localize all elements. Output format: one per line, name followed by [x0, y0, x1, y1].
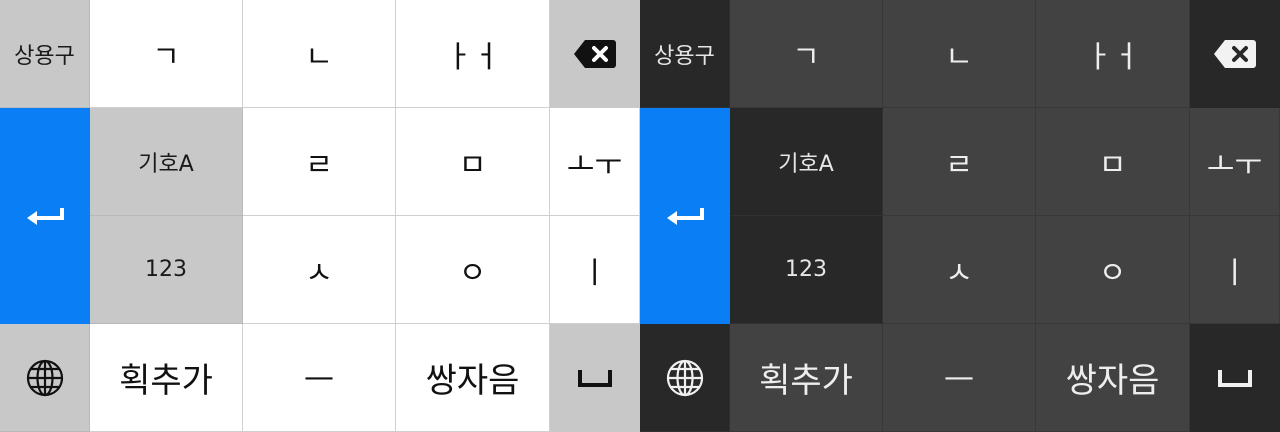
key-label: ㅅ: [305, 255, 333, 291]
key-label: ㄴ: [945, 39, 973, 75]
number-key[interactable]: 123: [90, 216, 243, 324]
phrase-key[interactable]: 상용구: [0, 0, 90, 108]
key-label: ㄹ: [305, 147, 333, 183]
key-giyeok[interactable]: ㄱ: [730, 0, 883, 108]
key-label: ㅏㅓ: [1084, 39, 1141, 75]
key-label: ㄹ: [945, 147, 973, 183]
key-nieun[interactable]: ㄴ: [883, 0, 1036, 108]
key-ieung[interactable]: ㅇ: [396, 216, 550, 324]
dash-key[interactable]: —: [243, 324, 396, 432]
backspace-icon: [573, 39, 617, 69]
phrase-key[interactable]: 상용구: [640, 0, 730, 108]
globe-key[interactable]: [0, 324, 90, 432]
key-i[interactable]: ㅣ: [550, 216, 640, 324]
enter-key[interactable]: [640, 108, 730, 324]
enter-key[interactable]: [0, 108, 90, 324]
key-label: ㅅ: [945, 255, 973, 291]
key-rieul[interactable]: ㄹ: [883, 108, 1036, 216]
keyboard-light: 상용구 ㄱ ㄴ ㅏㅓ 기호A ㄹ ㅁ ㅗㅜ 123 ㅅ ㅇ ㅣ 획추가 — 쌍자…: [0, 0, 640, 432]
space-icon: [577, 368, 613, 388]
keyboard-dark: 상용구 ㄱ ㄴ ㅏㅓ 기호A ㄹ ㅁ ㅗㅜ 123 ㅅ ㅇ ㅣ 획추가 — 쌍자…: [640, 0, 1280, 432]
space-key[interactable]: [550, 324, 640, 432]
number-key-label: 123: [145, 257, 187, 282]
key-label: 쌍자음: [1065, 361, 1160, 401]
symbol-key[interactable]: 기호A: [730, 108, 883, 216]
key-a-eo[interactable]: ㅏㅓ: [396, 0, 550, 108]
key-label: ㅇ: [458, 255, 487, 291]
backspace-icon: [1213, 39, 1257, 69]
key-label: 쌍자음: [425, 361, 520, 401]
key-label: 획추가: [119, 361, 213, 401]
key-label: ㅣ: [580, 255, 609, 291]
key-label: ㅗㅜ: [566, 147, 623, 183]
key-label: 획추가: [759, 361, 853, 401]
key-label: ㅣ: [1220, 255, 1249, 291]
key-label: ㄱ: [792, 39, 820, 75]
phrase-key-label: 상용구: [14, 43, 75, 69]
key-siot[interactable]: ㅅ: [243, 216, 396, 324]
key-giyeok[interactable]: ㄱ: [90, 0, 243, 108]
double-consonant-key[interactable]: 쌍자음: [1036, 324, 1190, 432]
symbol-key[interactable]: 기호A: [90, 108, 243, 216]
number-key[interactable]: 123: [730, 216, 883, 324]
backspace-key[interactable]: [1190, 0, 1280, 108]
backspace-key[interactable]: [550, 0, 640, 108]
globe-key[interactable]: [640, 324, 730, 432]
phrase-key-label: 상용구: [654, 43, 715, 69]
add-stroke-key[interactable]: 획추가: [90, 324, 243, 432]
key-label: ㅁ: [458, 147, 487, 183]
key-mieum[interactable]: ㅁ: [396, 108, 550, 216]
key-label: ㅇ: [1098, 255, 1127, 291]
key-nieun[interactable]: ㄴ: [243, 0, 396, 108]
key-label: ㄱ: [152, 39, 180, 75]
enter-icon: [665, 206, 705, 226]
space-icon: [1217, 368, 1253, 388]
key-rieul[interactable]: ㄹ: [243, 108, 396, 216]
dash-key[interactable]: —: [883, 324, 1036, 432]
symbol-key-label: 기호A: [778, 151, 834, 177]
key-label: —: [944, 360, 974, 395]
key-ieung[interactable]: ㅇ: [1036, 216, 1190, 324]
add-stroke-key[interactable]: 획추가: [730, 324, 883, 432]
key-i[interactable]: ㅣ: [1190, 216, 1280, 324]
key-label: —: [304, 360, 334, 395]
key-a-eo[interactable]: ㅏㅓ: [1036, 0, 1190, 108]
enter-icon: [25, 206, 65, 226]
key-o-u[interactable]: ㅗㅜ: [1190, 108, 1280, 216]
double-consonant-key[interactable]: 쌍자음: [396, 324, 550, 432]
key-label: ㅗㅜ: [1206, 147, 1263, 183]
number-key-label: 123: [785, 257, 827, 282]
key-mieum[interactable]: ㅁ: [1036, 108, 1190, 216]
key-label: ㅏㅓ: [444, 39, 501, 75]
globe-icon: [25, 358, 65, 398]
globe-icon: [665, 358, 705, 398]
symbol-key-label: 기호A: [138, 151, 194, 177]
key-label: ㅁ: [1098, 147, 1127, 183]
key-siot[interactable]: ㅅ: [883, 216, 1036, 324]
space-key[interactable]: [1190, 324, 1280, 432]
key-o-u[interactable]: ㅗㅜ: [550, 108, 640, 216]
key-label: ㄴ: [305, 39, 333, 75]
